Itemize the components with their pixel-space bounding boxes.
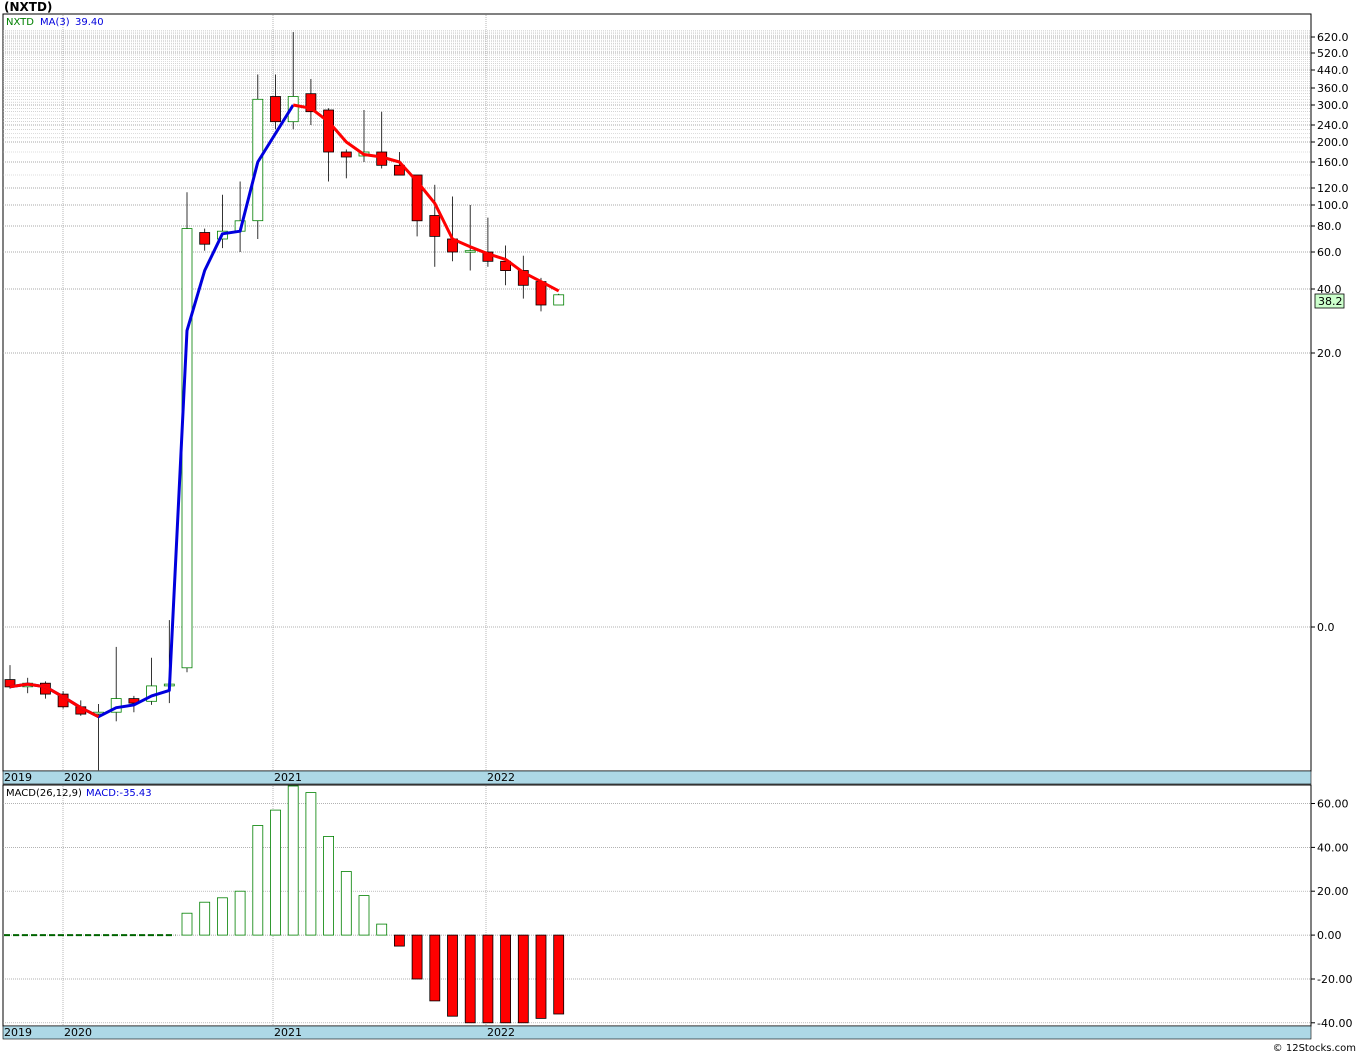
price-tick-label: 300.0 <box>1317 99 1349 112</box>
price-tick-label: 60.0 <box>1317 246 1342 259</box>
chart-title: (NXTD) <box>4 0 52 14</box>
macd-bar <box>234 890 246 936</box>
macd-time-axis <box>2 1025 1312 1040</box>
macd-bar <box>500 934 512 1024</box>
price-tick-label: 160.0 <box>1317 156 1349 169</box>
macd-bar <box>358 895 370 936</box>
macd-label: MACD(26,12,9) <box>6 788 82 799</box>
macd-tick-label: 0.00 <box>1317 929 1342 942</box>
macd-bar <box>411 934 423 980</box>
price-time-label: 2021 <box>274 771 302 784</box>
price-panel: 620.0 520.0 440.0 360.0 300.0 240.0 200.0 160.0… <box>2 13 1349 785</box>
macd-bar <box>181 912 193 936</box>
price-time-label: 2019 <box>4 771 32 784</box>
macd-bar <box>535 934 547 1019</box>
macd-y-axis: 60.00 40.00 20.00 0.00 -20.00 -40.00 <box>1311 798 1352 1030</box>
macd-bar <box>447 934 458 1017</box>
price-panel-frame <box>2 13 1312 772</box>
price-time-label: 2022 <box>487 771 515 784</box>
macd-tick-label: 40.00 <box>1317 841 1349 854</box>
price-tick-label: 520.0 <box>1317 47 1349 60</box>
ma-value: 39.40 <box>75 17 104 28</box>
candle <box>553 293 565 306</box>
candle-body <box>181 228 193 669</box>
macd-tick-label: -40.00 <box>1317 1017 1352 1030</box>
macd-bar <box>553 934 565 1015</box>
macd-time-label: 2020 <box>64 1026 92 1039</box>
macd-bar <box>323 836 335 936</box>
price-time-axis <box>2 770 1312 785</box>
candle-body <box>429 215 441 237</box>
macd-panel: 60.00 40.00 20.00 0.00 -20.00 -40.00 MACD(26,… <box>2 784 1352 1040</box>
price-tick-label: 20.0 <box>1317 347 1342 360</box>
ma-label: MA(3) <box>40 17 70 28</box>
macd-tick-label: 60.00 <box>1317 798 1349 811</box>
candle-body <box>323 109 335 153</box>
price-time-label: 2020 <box>64 771 92 784</box>
copyright: © 12Stocks.com <box>1273 1043 1356 1054</box>
last-price-label: 38.2 <box>1318 295 1343 308</box>
candle-body <box>340 151 352 158</box>
macd-bar <box>305 792 317 936</box>
price-tick-label: 440.0 <box>1317 64 1349 77</box>
macd-value: MACD:-35.43 <box>86 788 152 799</box>
price-tick-label: 0.0 <box>1317 621 1335 634</box>
candle-body <box>553 294 565 306</box>
macd-bar <box>252 825 264 936</box>
macd-bar <box>429 934 441 1002</box>
macd-time-label: 2021 <box>274 1026 302 1039</box>
stock-chart: (NXTD) 620.0 520.0 440.0 360.0 300.0 240.0 200… <box>2 0 1356 1054</box>
macd-bar <box>482 934 494 1024</box>
macd-bar <box>270 809 281 936</box>
price-tick-label: 240.0 <box>1317 119 1349 132</box>
candle-body <box>199 232 211 245</box>
macd-bar <box>199 901 211 936</box>
price-tick-label: 620.0 <box>1317 31 1349 44</box>
symbol-label: NXTD <box>6 17 34 28</box>
price-tick-label: 120.0 <box>1317 182 1349 195</box>
macd-panel-frame <box>2 784 1312 1027</box>
macd-bar <box>340 871 352 936</box>
macd-bar <box>287 785 299 936</box>
macd-time-label: 2022 <box>487 1026 515 1039</box>
macd-time-label: 2019 <box>4 1026 32 1039</box>
macd-bar <box>464 934 476 1024</box>
candle-body <box>270 96 281 123</box>
price-tick-label: 100.0 <box>1317 199 1349 212</box>
candle-body <box>464 250 476 253</box>
macd-tick-label: -20.00 <box>1317 973 1352 986</box>
price-tick-label: 80.0 <box>1317 220 1342 233</box>
macd-bar <box>393 934 405 947</box>
macd-bar <box>517 934 529 1024</box>
price-tick-label: 200.0 <box>1317 136 1349 149</box>
macd-bar <box>216 897 228 936</box>
candle <box>181 192 193 673</box>
macd-tick-label: 20.00 <box>1317 885 1349 898</box>
price-tick-label: 360.0 <box>1317 82 1349 95</box>
price-y-axis: 620.0 520.0 440.0 360.0 300.0 240.0 200.0 160.0… <box>1311 31 1349 634</box>
macd-bar <box>376 923 388 936</box>
